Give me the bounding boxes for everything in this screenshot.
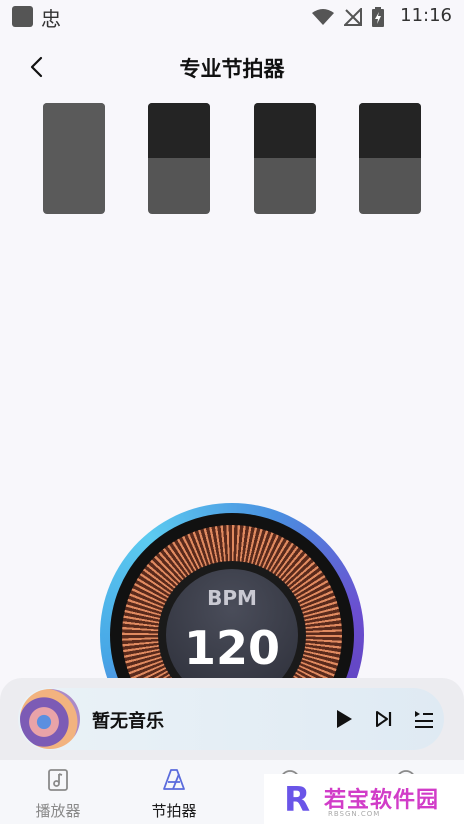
app-notification-glyph: 忠 xyxy=(41,7,61,31)
play-button[interactable] xyxy=(332,707,356,731)
no-signal-icon xyxy=(344,8,362,26)
battery-icon xyxy=(372,7,384,27)
beat-indicator-3[interactable] xyxy=(254,103,316,214)
page-title: 专业节拍器 xyxy=(179,57,285,81)
playlist-icon xyxy=(415,711,433,728)
header: 专业节拍器 xyxy=(0,45,464,89)
notification-icon xyxy=(12,6,33,27)
bpm-value: 120 xyxy=(183,621,281,675)
bpm-label: BPM xyxy=(207,586,257,610)
tab-player[interactable]: 播放器 xyxy=(13,760,103,824)
tab-label: 播放器 xyxy=(35,802,81,820)
wifi-icon xyxy=(312,9,334,25)
play-icon xyxy=(337,710,352,728)
status-icons xyxy=(312,7,384,27)
clock: 11:16 xyxy=(400,5,452,26)
music-note-icon xyxy=(48,769,68,791)
album-art[interactable] xyxy=(20,689,80,749)
track-title: 暂无音乐 xyxy=(92,711,164,732)
beat-indicator-2[interactable] xyxy=(148,103,210,214)
beat-indicator-1[interactable] xyxy=(43,103,105,214)
watermark-subtext: RBSGN.COM xyxy=(328,810,381,818)
tab-label: 节拍器 xyxy=(151,802,197,820)
status-bar: 忠 11:16 xyxy=(0,0,464,34)
skip-next-icon xyxy=(376,711,392,727)
metronome-icon xyxy=(163,769,185,790)
watermark-logo: R xyxy=(284,780,311,820)
next-button[interactable] xyxy=(372,707,396,731)
tab-metronome[interactable]: 节拍器 xyxy=(129,760,219,824)
watermark: R 若宝软件园 RBSGN.COM xyxy=(264,774,464,824)
playlist-button[interactable] xyxy=(412,707,436,731)
beat-indicator-4[interactable] xyxy=(359,103,421,214)
